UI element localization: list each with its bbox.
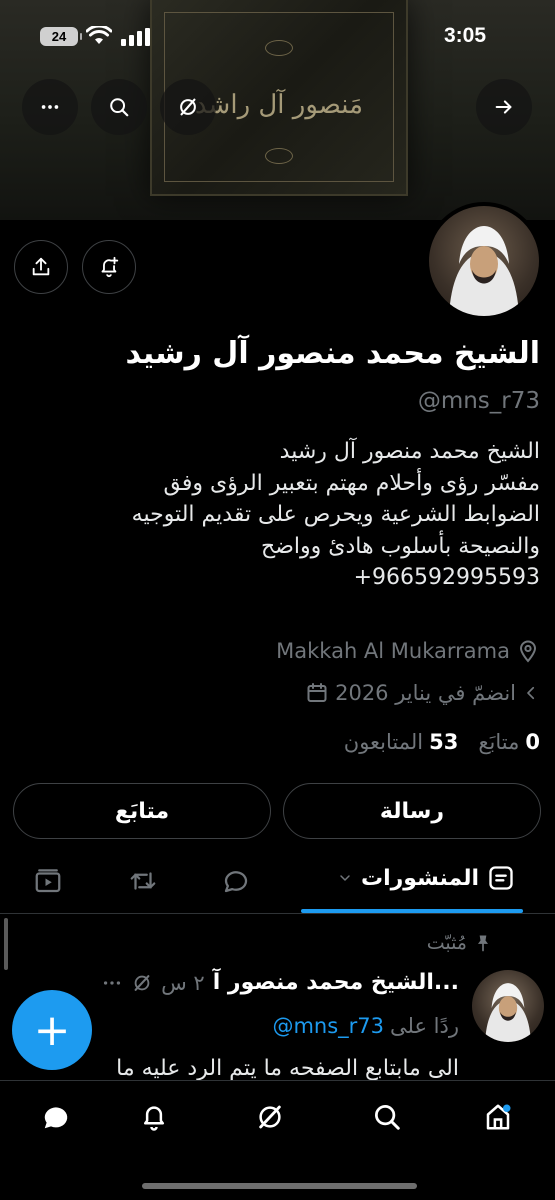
back-button[interactable]	[476, 79, 532, 135]
posts-icon	[489, 866, 513, 890]
arrow-right-icon	[495, 100, 512, 114]
home-icon	[486, 1104, 511, 1130]
tweet-header: الشيخ محمد منصور آ... ٢ س	[9, 970, 459, 995]
bio-line: والنصيحة بأسلوب هادئ وواضح	[261, 533, 540, 559]
scrollbar[interactable]	[4, 918, 8, 970]
nav-messages[interactable]	[36, 1097, 76, 1137]
tab-reposts[interactable]	[128, 866, 158, 896]
bio-line: مفسّر رؤى وأحلام مهتم بتعبير الرؤى وفق	[163, 470, 540, 496]
following-count[interactable]: 0	[525, 730, 540, 754]
pinned-label: مُثبّت	[426, 932, 467, 954]
video-icon	[35, 869, 61, 893]
nav-search[interactable]	[367, 1097, 407, 1137]
grok-icon	[259, 1105, 281, 1129]
location-pin-icon	[519, 640, 537, 663]
profile-tabs: المنشورات	[0, 850, 555, 914]
chevron-down-icon	[340, 875, 350, 881]
bio-phone[interactable]: +966592995593	[15, 562, 540, 594]
home-indicator	[142, 1183, 417, 1189]
grok-icon[interactable]	[131, 972, 153, 994]
avatar-image	[485, 983, 531, 1042]
notifications-subscribe-button[interactable]	[82, 240, 136, 294]
status-time: 3:05	[443, 24, 487, 47]
bottom-navigation	[0, 1080, 555, 1200]
profile-joined: انضمّ في يناير 2026	[10, 681, 540, 705]
pin-icon	[478, 935, 488, 952]
profile-bio: الشيخ محمد منصور آل رشيد مفسّر رؤى وأحلا…	[15, 436, 540, 594]
messages-icon	[44, 1107, 68, 1129]
profile-name: الشيخ محمد منصور آل رشيد	[125, 336, 540, 371]
reply-handle-link[interactable]: @mns_r73	[272, 1014, 384, 1038]
grok-icon	[180, 98, 196, 116]
tab-replies[interactable]	[221, 866, 251, 896]
bell-icon	[144, 1106, 164, 1131]
nav-home[interactable]	[478, 1097, 518, 1137]
speech-bubble-icon	[224, 871, 248, 893]
follow-stats: 0 متابَع 53 المتابعون	[10, 730, 540, 754]
pinned-indicator: مُثبّت	[427, 932, 493, 954]
profile-avatar[interactable]	[425, 202, 543, 320]
location-text: Makkah Al Mukarrama	[276, 639, 510, 663]
tweet-author-name[interactable]: الشيخ محمد منصور آ...	[213, 970, 459, 995]
followers-label[interactable]: المتابعون	[344, 730, 423, 754]
repost-icon	[130, 872, 156, 890]
message-button[interactable]: رسالة	[283, 783, 541, 839]
share-icon	[32, 257, 50, 276]
chevron-left-icon	[527, 686, 535, 700]
bio-line: الضوابط الشرعية ويحرص على تقديم التوجيه	[131, 502, 540, 527]
active-tab-indicator	[301, 909, 523, 913]
tab-posts[interactable]: المنشورات	[337, 864, 515, 892]
wifi-icon	[86, 26, 112, 44]
search-button[interactable]	[91, 79, 147, 135]
tab-media[interactable]	[33, 866, 63, 896]
battery-indicator: 24	[40, 27, 82, 46]
compose-post-button[interactable]: +	[12, 990, 92, 1070]
tweet-author-avatar[interactable]	[472, 970, 544, 1042]
more-options-button[interactable]	[22, 79, 78, 135]
reply-prefix: ردًا على	[390, 1014, 459, 1038]
search-icon	[375, 1105, 400, 1130]
profile-handle: @mns_r73	[417, 388, 540, 414]
nav-notifications[interactable]	[134, 1097, 174, 1137]
following-label[interactable]: متابَع	[478, 730, 519, 754]
cellular-signal-icon	[121, 28, 150, 46]
calendar-icon	[307, 683, 327, 702]
avatar-image	[449, 226, 519, 316]
tab-posts-label: المنشورات	[360, 865, 479, 891]
reply-to-line: ردًا على @mns_r73	[272, 1014, 459, 1038]
share-button[interactable]	[14, 240, 68, 294]
bell-plus-icon	[101, 256, 119, 278]
bio-line: الشيخ محمد منصور آل رشيد	[279, 439, 540, 464]
joined-text: انضمّ في يناير 2026	[335, 681, 516, 705]
more-icon	[41, 105, 59, 109]
profile-location: Makkah Al Mukarrama	[10, 639, 540, 663]
followers-count[interactable]: 53	[429, 730, 458, 754]
tweet-time: ٢ س	[161, 970, 205, 995]
nav-grok[interactable]	[250, 1097, 290, 1137]
following-button[interactable]: متابَع	[13, 783, 271, 839]
more-icon[interactable]	[101, 972, 123, 994]
grok-button[interactable]	[160, 79, 216, 135]
search-icon	[110, 98, 129, 117]
